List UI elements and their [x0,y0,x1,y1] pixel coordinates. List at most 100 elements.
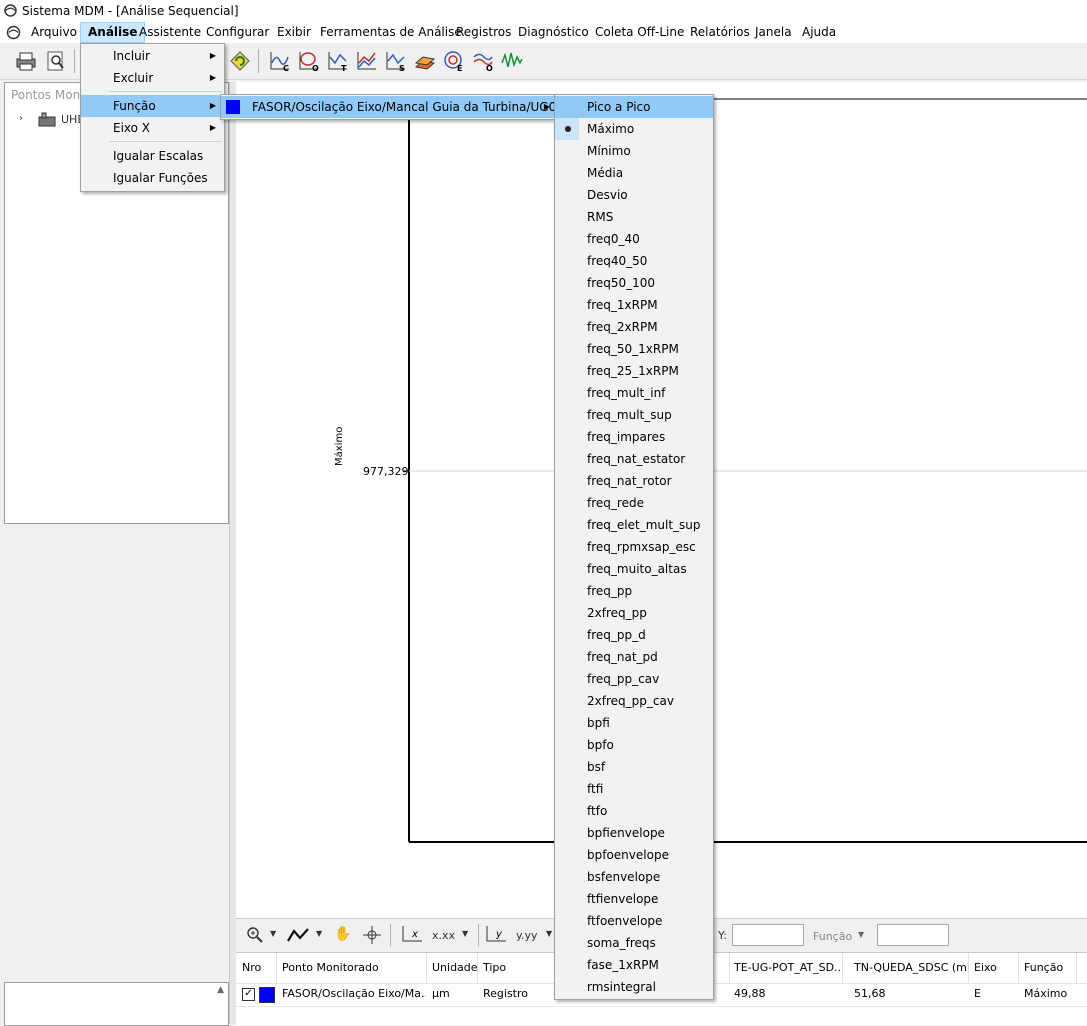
zoom-icon[interactable] [246,926,264,944]
function-item[interactable]: freq_25_1xRPM [555,360,713,382]
y-axis-icon[interactable]: y [484,924,508,944]
function-item[interactable]: freq_2xRPM [555,316,713,338]
function-item[interactable]: freq_elet_mult_sup [555,514,713,536]
dropdown-arrow-icon[interactable]: ▼ [546,929,552,938]
dropdown-arrow-icon[interactable]: ▼ [462,929,468,938]
function-item[interactable]: Máximo [555,118,713,140]
menu-6[interactable]: Registros [449,22,518,43]
function-item[interactable]: Desvio [555,184,713,206]
function-item[interactable]: freq_rede [555,492,713,514]
menu-10[interactable]: Janela [748,22,799,43]
menu-8[interactable]: Coleta Off-Line [588,22,691,43]
svg-text:y: y [495,929,503,940]
menu-item-fasor-point[interactable]: FASOR/Oscilação Eixo/Mancal Guia da Turb… [221,96,564,118]
col-header-unidade[interactable]: Unidade [426,953,478,983]
function-item[interactable]: freq_pp_d [555,624,713,646]
function-item[interactable]: fase_1xRPM [555,954,713,976]
refresh-analysis-icon[interactable] [228,49,252,73]
x-axis-icon[interactable]: x [400,924,424,944]
function-item[interactable]: freq_pp [555,580,713,602]
function-item[interactable]: freq_impares [555,426,713,448]
chart-3d-icon[interactable] [413,49,437,73]
col-header-te-ug[interactable]: TE-UG-POT_AT_SD... [728,953,843,983]
function-item[interactable]: bsfenvelope [555,866,713,888]
print-preview-icon[interactable] [44,49,68,73]
menu-9[interactable]: Relatórios [683,22,757,43]
function-item[interactable]: rmsintegral [555,976,713,998]
dropdown-arrow-icon[interactable]: ▼ [858,930,864,939]
function-item[interactable]: freq_50_1xRPM [555,338,713,360]
chart-s-icon[interactable]: S [384,49,408,73]
function-item[interactable]: freq_nat_pd [555,646,713,668]
analise-menu-item-4[interactable]: Eixo X ▶ [81,117,224,139]
x-format-label[interactable]: x.xx [432,929,455,942]
function-value-input[interactable] [877,924,949,946]
y-value-input[interactable] [732,924,804,946]
menu-4[interactable]: Exibir [270,22,318,43]
analise-menu-item-7[interactable]: Igualar Funções [81,167,224,189]
menu-7[interactable]: Diagnóstico [511,22,596,43]
dropdown-arrow-icon[interactable]: ▼ [270,929,276,938]
col-header-tn-queda[interactable]: TN-QUEDA_SDSC (m) [848,953,969,983]
function-item[interactable]: ftfoenvelope [555,910,713,932]
function-item[interactable]: freq50_100 [555,272,713,294]
analise-menu-item-6[interactable]: Igualar Escalas [81,145,224,167]
print-icon[interactable] [14,49,38,73]
chart-c-icon[interactable]: C [268,49,292,73]
function-item[interactable]: freq_muito_altas [555,558,713,580]
crosshair-icon[interactable] [362,925,382,945]
function-item[interactable]: soma_freqs [555,932,713,954]
pan-hand-icon[interactable]: ✋ [334,926,351,942]
waveform-icon[interactable] [500,49,524,73]
function-item[interactable]: freq_1xRPM [555,294,713,316]
col-header-ponto[interactable]: Ponto Monitorado [276,953,427,983]
chart-e-icon[interactable]: E [442,49,466,73]
funcao-submenu: FASOR/Oscilação Eixo/Mancal Guia da Turb… [220,94,564,120]
function-item[interactable]: freq0_40 [555,228,713,250]
function-item[interactable]: ftfo [555,800,713,822]
menu-3[interactable]: Configurar [199,22,276,43]
function-item[interactable]: bpfienvelope [555,822,713,844]
col-header-eixo[interactable]: Eixo [968,953,1019,983]
function-item[interactable]: Pico a Pico [555,96,713,118]
dropdown-arrow-icon[interactable]: ▼ [316,929,322,938]
function-item[interactable]: freq_nat_rotor [555,470,713,492]
menu-11[interactable]: Ajuda [795,22,843,43]
col-header-nro[interactable]: Nro [236,953,277,983]
function-item[interactable]: bpfi [555,712,713,734]
function-item[interactable]: freq_nat_estator [555,448,713,470]
function-item[interactable]: bpfoenvelope [555,844,713,866]
function-item[interactable]: freq_pp_cav [555,668,713,690]
analise-menu-item-0[interactable]: Incluir ▶ [81,45,224,67]
mdi-child-icon[interactable] [6,25,21,40]
chart-o2-icon[interactable]: O [471,49,495,73]
y-format-label[interactable]: y.yy [516,929,537,942]
function-item[interactable]: freq_rpmxsap_esc [555,536,713,558]
function-item[interactable]: bsf [555,756,713,778]
function-item[interactable]: RMS [555,206,713,228]
function-item[interactable]: Mínimo [555,140,713,162]
function-item[interactable]: ftfi [555,778,713,800]
col-header-funcao[interactable]: Função [1018,953,1077,983]
chart-o-icon[interactable]: O [297,49,321,73]
function-item[interactable]: 2xfreq_pp_cav [555,690,713,712]
analise-menu-item-3[interactable]: Função ▶ [81,95,224,117]
menu-2[interactable]: Assistente [132,22,208,43]
expand-chevron-icon[interactable]: › [19,113,23,124]
chart-multi-icon[interactable] [355,49,379,73]
chart-t-icon[interactable]: T [326,49,350,73]
series-color-swatch [226,100,240,114]
scroll-up-icon[interactable]: ▲ [217,985,224,995]
function-item[interactable]: 2xfreq_pp [555,602,713,624]
function-item[interactable]: ftfienvelope [555,888,713,910]
function-item[interactable]: freq_mult_inf [555,382,713,404]
function-item[interactable]: Média [555,162,713,184]
function-item[interactable]: freq_mult_sup [555,404,713,426]
analise-menu-item-1[interactable]: Excluir ▶ [81,67,224,89]
function-item[interactable]: freq40_50 [555,250,713,272]
menu-5[interactable]: Ferramentas de Análise [313,22,469,43]
line-style-icon[interactable] [286,926,310,944]
row-checkbox[interactable]: ✓ [242,988,255,1001]
function-item[interactable]: bpfo [555,734,713,756]
menu-0[interactable]: Arquivo [24,22,84,43]
